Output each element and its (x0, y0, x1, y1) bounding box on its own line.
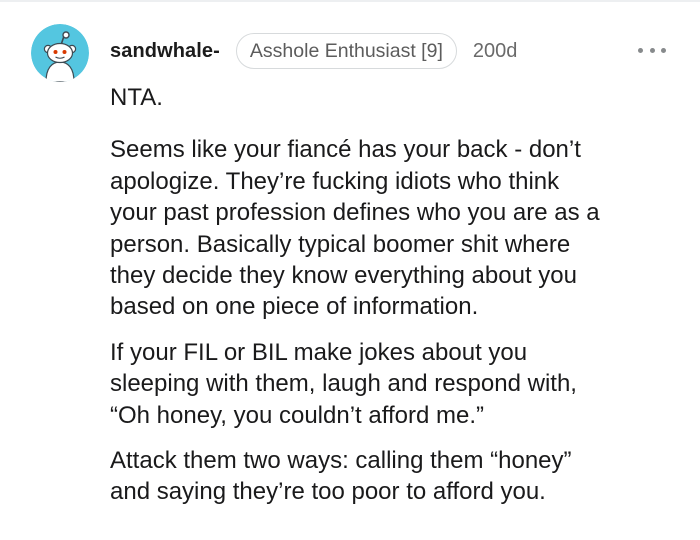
comment-line: NTA. (110, 84, 163, 111)
dot (638, 47, 643, 53)
dot (661, 47, 666, 53)
comment-line: they decide they know everything about y… (110, 262, 577, 290)
comment-body: NTA. Seems like your fiancé has your bac… (110, 82, 690, 508)
comment-line: sleeping with them, laugh and respond wi… (110, 370, 577, 398)
comment-line: and saying they’re too poor to afford yo… (110, 478, 546, 506)
comment-line: apologize. They’re fucking idiots who th… (110, 167, 560, 195)
comment-line: your past profession defines who you are… (110, 199, 600, 227)
comment-paragraph: Attack them two ways: calling them “hone… (110, 445, 690, 508)
more-options-icon[interactable] (638, 40, 666, 60)
comment-paragraph: NTA. (110, 82, 690, 113)
comment-line: person. Basically typical boomer shit wh… (110, 230, 571, 258)
comment: sandwhale- Asshole Enthusiast [9] 200d N… (0, 0, 700, 540)
comment-age[interactable]: 200d (473, 40, 518, 63)
comment-line: based on one piece of information. (110, 293, 479, 321)
comment-line: “Oh honey, you couldn’t afford me.” (110, 401, 484, 429)
comment-line: If your FIL or BIL make jokes about you (110, 338, 528, 366)
user-avatar[interactable] (31, 24, 89, 82)
comment-paragraph: Seems like your fiancé has your back - d… (110, 134, 690, 322)
comment-paragraph: If your FIL or BIL make jokes about you … (110, 337, 690, 431)
comment-line: Attack them two ways: calling them “hone… (110, 447, 572, 475)
user-flair: Asshole Enthusiast [9] (235, 33, 457, 69)
dot (649, 47, 655, 53)
comment-header: sandwhale- Asshole Enthusiast [9] 200d (110, 31, 517, 71)
username-link[interactable]: sandwhale- (110, 40, 220, 63)
comment-line: Seems like your fiancé has your back - d… (110, 136, 581, 164)
snoo-avatar-icon (31, 24, 89, 82)
